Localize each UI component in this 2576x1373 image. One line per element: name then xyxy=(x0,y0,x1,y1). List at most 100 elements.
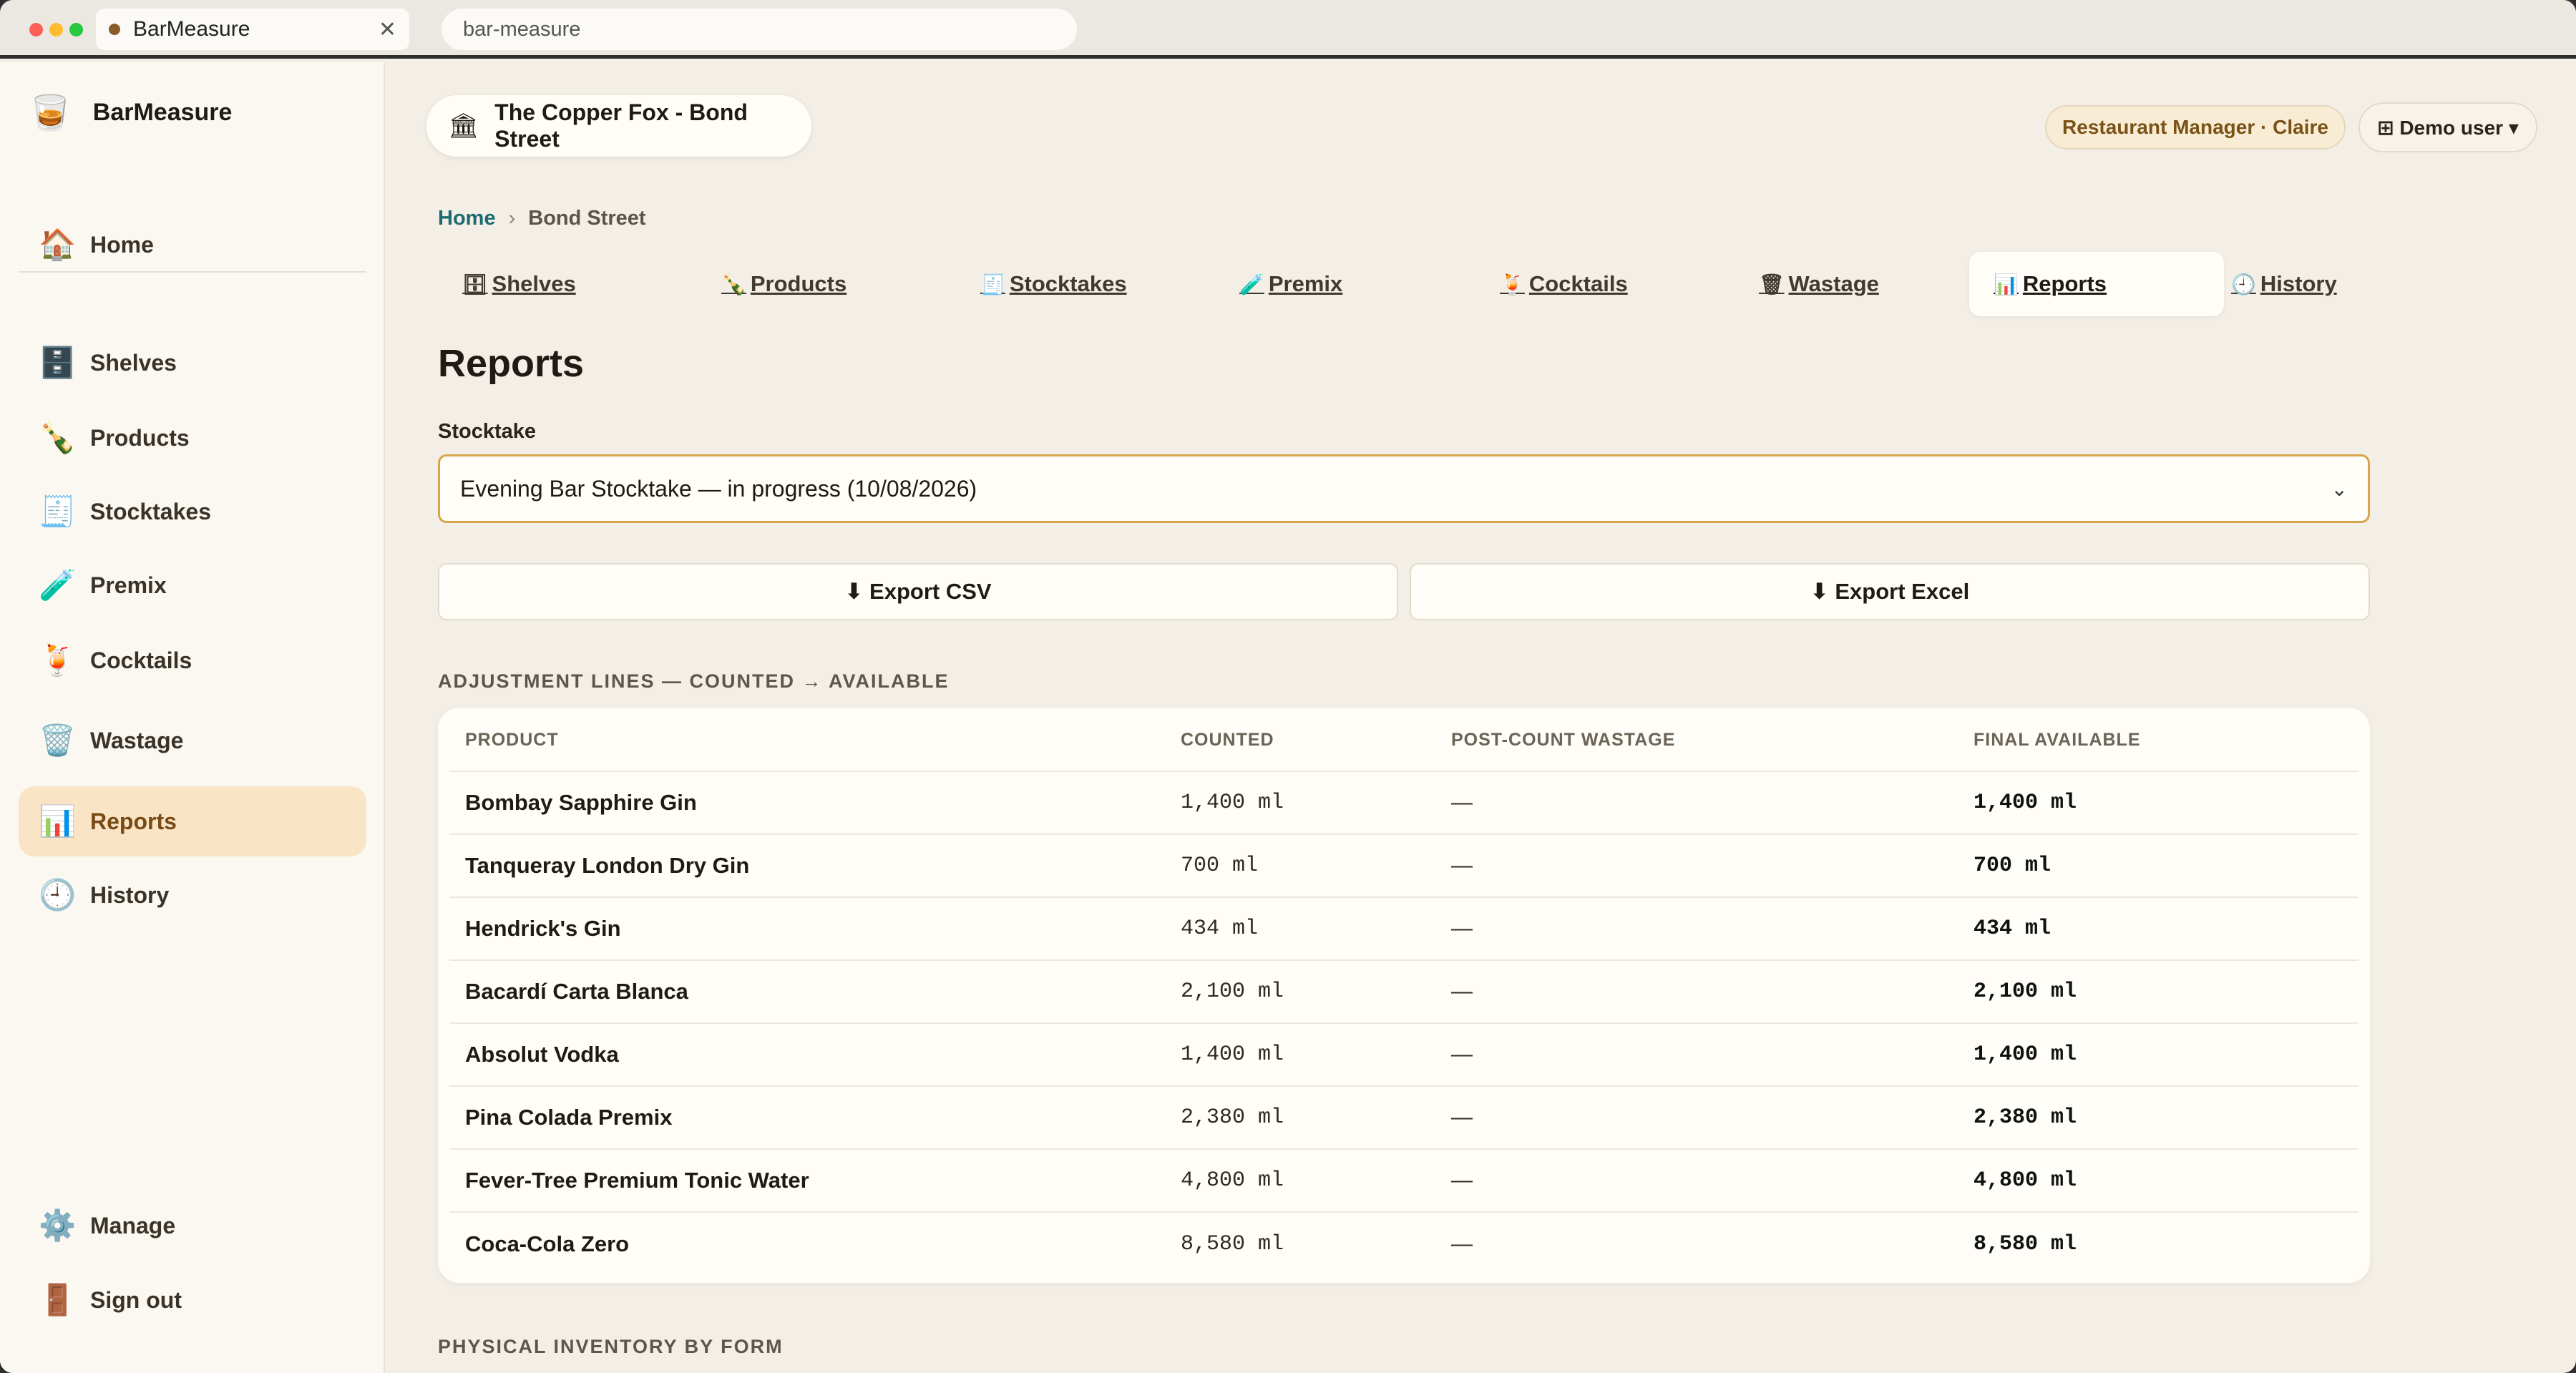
counted-cell: 4,800 ml xyxy=(1181,1168,1284,1193)
tab-history[interactable]: 🕘 History xyxy=(2225,252,2337,316)
product-cell: Bombay Sapphire Gin xyxy=(465,790,697,815)
breadcrumb-home-link[interactable]: Home xyxy=(438,207,496,230)
user-menu-button[interactable]: ⊞ Demo user ▾ xyxy=(2358,102,2537,152)
receipt-icon: 🧾 xyxy=(39,494,77,528)
sidebar-item-label: History xyxy=(90,881,170,908)
column-header-wastage: POST-COUNT WASTAGE xyxy=(1451,729,1676,750)
whisky-glass-icon: 🥃 xyxy=(29,94,72,132)
tab-products[interactable]: 🍾 Products xyxy=(697,252,847,316)
address-bar[interactable]: bar-measure xyxy=(441,9,1077,50)
available-cell: 434 ml xyxy=(1974,917,2051,941)
sidebar-item-manage[interactable]: ⚙️ Manage xyxy=(19,1191,366,1261)
sidebar-item-home[interactable]: 🏠 Home xyxy=(19,210,366,280)
counted-cell: 434 ml xyxy=(1181,917,1259,941)
sidebar-item-shelves[interactable]: 🗄️ Shelves xyxy=(19,328,366,398)
stocktake-label: Stocktake xyxy=(438,420,537,443)
tab-reports[interactable]: 📊 Reports xyxy=(1969,252,2224,316)
available-cell: 1,400 ml xyxy=(1974,791,2077,815)
breadcrumb-current: Bond Street xyxy=(528,207,646,230)
clock-icon: 🕘 xyxy=(2231,273,2256,295)
favicon-icon xyxy=(109,24,120,35)
sidebar-item-label: Shelves xyxy=(90,349,177,376)
available-cell: 4,800 ml xyxy=(1974,1168,2077,1193)
adjustment-table: PRODUCT COUNTED POST-COUNT WASTAGE FINAL… xyxy=(438,708,2370,1283)
receipt-icon: 🧾 xyxy=(980,273,1005,295)
tab-title: BarMeasure xyxy=(133,17,250,41)
counted-cell: 1,400 ml xyxy=(1181,791,1284,815)
tab-label: Premix xyxy=(1268,271,1343,296)
available-cell: 2,100 ml xyxy=(1974,979,2077,1004)
clock-icon: 🕘 xyxy=(39,877,77,912)
counted-cell: 700 ml xyxy=(1181,854,1259,878)
export-csv-button[interactable]: ⬇ Export CSV xyxy=(438,563,1398,620)
venue-name: The Copper Fox - Bond Street xyxy=(494,99,748,152)
sidebar-item-label: Sign out xyxy=(90,1286,182,1313)
column-header-product: PRODUCT xyxy=(465,729,559,750)
sidebar-item-label: Cocktails xyxy=(90,647,192,673)
sidebar-item-history[interactable]: 🕘 History xyxy=(19,860,366,930)
role-badge: Restaurant Manager · Claire xyxy=(2045,105,2346,150)
sidebar-item-sign-out[interactable]: 🚪 Sign out xyxy=(19,1265,366,1335)
cabinet-icon: 🗄️ xyxy=(39,345,77,379)
wastage-cell: — xyxy=(1451,979,1473,1003)
house-icon: 🏠 xyxy=(39,227,77,261)
minimize-window-button[interactable] xyxy=(49,23,63,36)
browser-tab[interactable]: BarMeasure ✕ xyxy=(96,9,409,50)
tab-label: Cocktails xyxy=(1528,271,1628,296)
counted-cell: 8,580 ml xyxy=(1181,1232,1284,1256)
product-cell: Tanqueray London Dry Gin xyxy=(465,853,750,878)
sidebar-item-wastage[interactable]: 🗑️ Wastage xyxy=(19,705,366,776)
sidebar-item-cocktails[interactable]: 🍹 Cocktails xyxy=(19,625,366,695)
column-header-available: FINAL AVAILABLE xyxy=(1974,729,2141,750)
sidebar-divider xyxy=(19,271,366,273)
sidebar: 🥃 BarMeasure 🏠 Home 🗄️ Shelves 🍾 Product… xyxy=(0,62,385,1373)
sidebar-item-label: Reports xyxy=(90,808,177,834)
main-content: 🏛 The Copper Fox - Bond Street Restauran… xyxy=(386,62,2576,1373)
tab-wastage[interactable]: 🗑 Wastage xyxy=(1735,252,1879,316)
adjustment-lines-heading: ADJUSTMENT LINES — COUNTED → AVAILABLE xyxy=(438,670,950,692)
product-cell: Hendrick's Gin xyxy=(465,916,621,941)
sidebar-item-stocktakes[interactable]: 🧾 Stocktakes xyxy=(19,477,366,547)
page-title: Reports xyxy=(438,342,585,385)
physical-inventory-heading: PHYSICAL INVENTORY BY FORM xyxy=(438,1336,784,1357)
table-row: Absolut Vodka 1,400 ml — 1,400 ml xyxy=(449,1024,2358,1087)
test-tube-icon: 🧪 xyxy=(39,567,77,602)
brand[interactable]: 🥃 BarMeasure xyxy=(29,92,232,133)
sidebar-item-label: Wastage xyxy=(90,727,184,753)
close-window-button[interactable] xyxy=(29,23,43,36)
product-cell: Absolut Vodka xyxy=(465,1042,619,1067)
cocktail-icon: 🍹 xyxy=(39,642,77,677)
bank-icon: 🏛 xyxy=(448,112,479,140)
table-row: Pina Colada Premix 2,380 ml — 2,380 ml xyxy=(449,1087,2358,1150)
tab-label: Reports xyxy=(2022,271,2107,296)
close-tab-icon[interactable]: ✕ xyxy=(379,17,396,42)
door-icon: 🚪 xyxy=(39,1282,77,1316)
chevron-right-icon: › xyxy=(508,207,516,230)
sidebar-item-reports[interactable]: 📊 Reports xyxy=(19,786,366,856)
chevron-down-icon: ⌄ xyxy=(2331,477,2348,500)
maximize-window-button[interactable] xyxy=(69,23,83,36)
tab-label: Wastage xyxy=(1788,271,1879,296)
venue-selector[interactable]: 🏛 The Copper Fox - Bond Street xyxy=(426,95,811,157)
wastebasket-icon: 🗑 xyxy=(1759,273,1785,295)
browser-chrome: BarMeasure ✕ bar-measure xyxy=(0,0,2576,59)
tab-label: Stocktakes xyxy=(1009,271,1127,296)
table-row: Bombay Sapphire Gin 1,400 ml — 1,400 ml xyxy=(449,772,2358,835)
stocktake-select[interactable]: Evening Bar Stocktake — in progress (10/… xyxy=(438,454,2370,523)
sidebar-item-label: Products xyxy=(90,424,190,451)
sidebar-item-premix[interactable]: 🧪 Premix xyxy=(19,550,366,620)
wastage-cell: — xyxy=(1451,1168,1473,1192)
available-cell: 2,380 ml xyxy=(1974,1105,2077,1130)
sidebar-item-label: Premix xyxy=(90,572,167,598)
available-cell: 1,400 ml xyxy=(1974,1042,2077,1067)
tab-stocktakes[interactable]: 🧾 Stocktakes xyxy=(956,252,1127,316)
bottle-icon: 🍾 xyxy=(39,420,77,454)
tab-label: Shelves xyxy=(492,271,576,296)
sidebar-item-products[interactable]: 🍾 Products xyxy=(19,403,366,473)
export-excel-button[interactable]: ⬇ Export Excel xyxy=(1410,563,2370,620)
tab-shelves[interactable]: 🗄 Shelves xyxy=(438,252,576,316)
tab-premix[interactable]: 🧪 Premix xyxy=(1215,252,1342,316)
counted-cell: 2,100 ml xyxy=(1181,979,1284,1004)
tab-cocktails[interactable]: 🍹 Cocktails xyxy=(1475,252,1628,316)
tab-label: History xyxy=(2260,271,2337,296)
